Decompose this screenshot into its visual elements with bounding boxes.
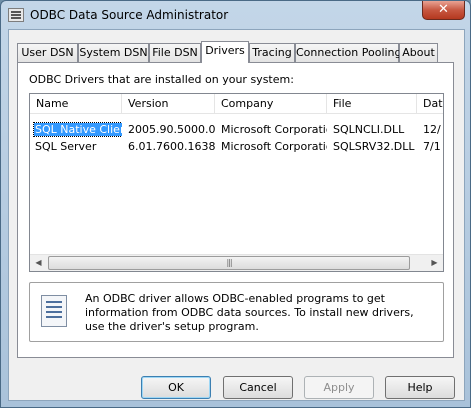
help-button[interactable]: Help xyxy=(385,376,455,399)
document-list-icon xyxy=(41,295,67,327)
close-button[interactable]: ✕ xyxy=(422,1,465,20)
tab-system-dsn[interactable]: System DSN xyxy=(78,43,149,62)
column-header-company[interactable]: Company xyxy=(215,94,327,114)
dialog-client-area: User DSN System DSN File DSN Drivers Tra… xyxy=(8,29,465,401)
odbc-app-icon xyxy=(8,8,24,22)
table-row[interactable]: SQL Native Client 2005.90.5000.00 Micros… xyxy=(30,122,443,138)
column-header-version[interactable]: Version xyxy=(122,94,215,114)
cancel-button[interactable]: Cancel xyxy=(223,376,293,399)
column-header-name[interactable]: Name xyxy=(30,94,122,114)
cell-version: 2005.90.5000.00 xyxy=(128,123,215,136)
tab-about[interactable]: About xyxy=(399,43,438,62)
cell-file: SQLNCLI.DLL xyxy=(333,123,405,136)
tab-connection-pooling[interactable]: Connection Pooling xyxy=(295,43,402,62)
drivers-list-label: ODBC Drivers that are installed on your … xyxy=(29,73,294,86)
title-bar[interactable]: ODBC Data Source Administrator ✕ xyxy=(1,1,470,29)
odbc-window: ODBC Data Source Administrator ✕ User DS… xyxy=(0,0,471,408)
cell-file: SQLSRV32.DLL xyxy=(333,140,415,153)
table-row[interactable]: SQL Server 6.01.7600.16385 Microsoft Cor… xyxy=(30,139,443,155)
scroll-thumb[interactable]: ||| xyxy=(48,256,410,270)
info-text: An ODBC driver allows ODBC-enabled progr… xyxy=(85,292,414,333)
tab-file-dsn[interactable]: File DSN xyxy=(149,43,201,62)
apply-button[interactable]: Apply xyxy=(304,376,374,399)
scroll-left-icon[interactable]: ◀ xyxy=(30,255,47,271)
scroll-right-icon[interactable]: ▶ xyxy=(426,255,443,271)
column-header-date[interactable]: Dat xyxy=(417,94,443,114)
cell-name: SQL Native Client xyxy=(30,122,122,138)
driver-name: SQL Server xyxy=(35,140,97,153)
ok-button[interactable]: OK xyxy=(141,376,211,399)
window-title: ODBC Data Source Administrator xyxy=(30,8,229,22)
driver-name: SQL Native Client xyxy=(32,122,122,137)
cell-date: 7/1 xyxy=(423,140,441,153)
cell-company: Microsoft Corporation xyxy=(221,123,327,136)
cell-name: SQL Server xyxy=(30,139,122,155)
cell-version: 6.01.7600.16385 xyxy=(128,140,215,153)
info-box: An ODBC driver allows ODBC-enabled progr… xyxy=(29,282,444,342)
tab-tracing[interactable]: Tracing xyxy=(249,43,295,62)
horizontal-scrollbar[interactable]: ◀ ||| ▶ xyxy=(30,254,443,271)
column-header-file[interactable]: File xyxy=(327,94,417,114)
tab-drivers[interactable]: Drivers xyxy=(201,41,249,63)
tab-user-dsn[interactable]: User DSN xyxy=(17,43,78,62)
cell-date: 12/ xyxy=(423,123,441,136)
drivers-list[interactable]: Name Version Company File Dat SQL Native… xyxy=(29,93,444,272)
drivers-tab-panel: ODBC Drivers that are installed on your … xyxy=(17,62,454,358)
list-header: Name Version Company File Dat xyxy=(30,94,443,114)
cell-company: Microsoft Corporation xyxy=(221,140,327,153)
